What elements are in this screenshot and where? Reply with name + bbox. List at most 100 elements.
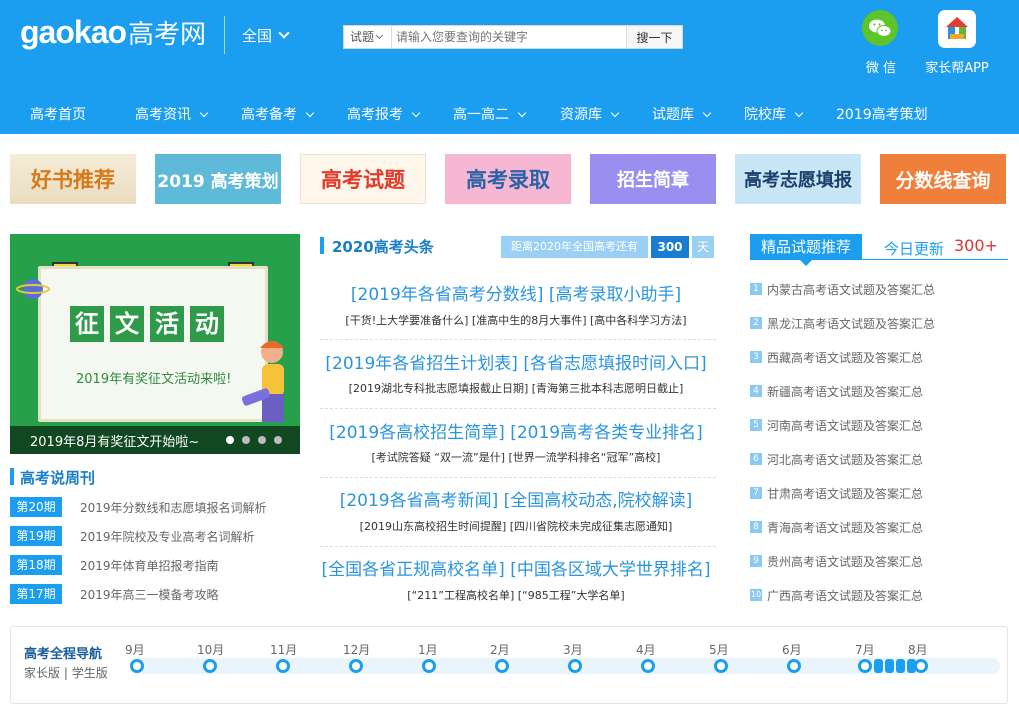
timeline-month[interactable]: 9月 <box>125 641 145 658</box>
slider-title-char: 征 <box>70 306 104 342</box>
headline-main[interactable]: [2019年各省招生计划表] [各省志愿填报时间入口] <box>316 349 716 374</box>
recommend-item[interactable]: 新疆高考语文试题及答案汇总 <box>767 383 923 400</box>
nav-apply[interactable]: 高考报考 <box>347 104 421 124</box>
headline-sub[interactable]: [2019山东高校招生时间提醒] [四川省院校未完成征集志愿通知] <box>316 518 716 534</box>
nav-plan-2019[interactable]: 2019高考策划 <box>836 104 928 124</box>
nav-colleges[interactable]: 院校库 <box>744 104 804 124</box>
issue-title[interactable]: 2019年高三一模备考攻略 <box>80 586 219 603</box>
timeline-node[interactable] <box>568 659 582 673</box>
timeline-segment[interactable] <box>896 659 905 673</box>
timeline-month[interactable]: 2月 <box>490 641 510 658</box>
headline-sub[interactable]: [考试院答疑 “双一流”是什] [世界一流学科排名“冠军”高校] <box>316 449 716 465</box>
timeline-month[interactable]: 11月 <box>270 641 297 658</box>
recommend-item[interactable]: 河北高考语文试题及答案汇总 <box>767 451 923 468</box>
timeline-month[interactable]: 12月 <box>343 641 370 658</box>
timeline-node[interactable] <box>714 659 728 673</box>
region-selector[interactable]: 全国 <box>242 25 290 46</box>
timeline-node[interactable] <box>276 659 290 673</box>
issue-title[interactable]: 2019年体育单招报考指南 <box>80 557 219 574</box>
headline-sub[interactable]: [“211”工程高校名单] [“985工程”大学名单] <box>316 587 716 603</box>
timeline-segment[interactable] <box>885 659 894 673</box>
rank-number: 4 <box>750 385 762 397</box>
wechat-label[interactable]: 微 信 <box>858 57 904 76</box>
recommend-item[interactable]: 广西高考语文试题及答案汇总 <box>767 587 923 604</box>
banner-exam-papers[interactable]: 高考试题 <box>300 154 426 204</box>
recommend-item[interactable]: 西藏高考语文试题及答案汇总 <box>767 349 923 366</box>
version-separator: | <box>63 666 68 680</box>
issue-title[interactable]: 2019年院校及专业高考名词解析 <box>80 528 255 545</box>
student-version-link[interactable]: 学生版 <box>72 666 108 680</box>
headline-sub[interactable]: [2019湖北专科批志愿填报截止日期] [青海第三批本科志愿明日截止] <box>316 380 716 396</box>
timeline-node[interactable] <box>858 659 872 673</box>
recommend-item[interactable]: 黑龙江高考语文试题及答案汇总 <box>767 315 935 332</box>
timeline-node[interactable] <box>349 659 363 673</box>
issue-badge[interactable]: 第17期 <box>10 584 62 604</box>
timeline-node[interactable] <box>203 659 217 673</box>
timeline-month[interactable]: 3月 <box>563 641 583 658</box>
headline-sub[interactable]: [干货!上大学要准备什么] [准高中生的8月大事件] [高中各科学习方法] <box>316 312 716 328</box>
banner-score-lines[interactable]: 分数线查询 <box>880 154 1006 204</box>
slider-dot[interactable] <box>274 436 282 444</box>
recommend-item[interactable]: 青海高考语文试题及答案汇总 <box>767 519 923 536</box>
timeline-title: 高考全程导航 <box>24 647 103 662</box>
slider-dot[interactable] <box>258 436 266 444</box>
issue-badge[interactable]: 第20期 <box>10 497 62 517</box>
timeline-node[interactable] <box>787 659 801 673</box>
recommend-item[interactable]: 内蒙古高考语文试题及答案汇总 <box>767 281 935 298</box>
timeline-node[interactable] <box>641 659 655 673</box>
search-button[interactable]: 搜一下 <box>626 26 682 48</box>
region-label: 全国 <box>242 27 273 45</box>
nav-label: 高考备考 <box>241 107 297 123</box>
nav-resources[interactable]: 资源库 <box>560 104 620 124</box>
nav-prep[interactable]: 高考备考 <box>241 104 315 124</box>
nav-exams[interactable]: 试题库 <box>652 104 712 124</box>
banner-brochure[interactable]: 招生简章 <box>590 154 716 204</box>
weekly-title[interactable]: 高考说周刊 <box>20 467 95 488</box>
slider-dot[interactable] <box>242 436 250 444</box>
today-update-count: 300+ <box>954 236 998 255</box>
timeline-node[interactable] <box>130 659 144 673</box>
timeline-month[interactable]: 6月 <box>782 641 802 658</box>
countdown-days: 300 <box>651 236 689 258</box>
headline-main[interactable]: [2019各高校招生简章] [2019高考各类专业排名] <box>316 418 716 443</box>
banner-good-books[interactable]: 好书推荐 <box>10 154 136 204</box>
slider-dot-active[interactable] <box>226 436 234 444</box>
timeline-segment[interactable] <box>874 659 883 673</box>
banner-admission[interactable]: 高考录取 <box>445 154 571 204</box>
timeline-month[interactable]: 7月 <box>855 641 875 658</box>
banner-volunteer[interactable]: 高考志愿填报 <box>735 154 861 204</box>
timeline-month[interactable]: 8月 <box>908 641 928 658</box>
app-label[interactable]: 家长帮APP <box>915 57 999 76</box>
nav-grade[interactable]: 高一高二 <box>453 104 527 124</box>
issue-badge[interactable]: 第19期 <box>10 526 62 546</box>
banner-label: 高考试题 <box>321 168 405 192</box>
site-logo[interactable]: gaokao高考网 <box>20 14 206 51</box>
recommend-item[interactable]: 甘肃高考语文试题及答案汇总 <box>767 485 923 502</box>
wechat-icon[interactable] <box>862 10 898 46</box>
issue-title[interactable]: 2019年分数线和志愿填报名词解析 <box>80 499 267 516</box>
promo-slider[interactable]: 征 文 活 动 2019年有奖征文活动来啦! 2019年8月有奖征文开始啦~ <box>10 234 300 454</box>
parent-version-link[interactable]: 家长版 <box>24 666 60 680</box>
timeline-month[interactable]: 5月 <box>709 641 729 658</box>
chevron-down-icon <box>305 108 315 118</box>
timeline-node[interactable] <box>495 659 509 673</box>
nav-news[interactable]: 高考资讯 <box>135 104 209 124</box>
headline-main[interactable]: [2019各省高考新闻] [全国高校动态,院校解读] <box>316 486 716 511</box>
recommend-item[interactable]: 贵州高考语文试题及答案汇总 <box>767 553 923 570</box>
issue-badge[interactable]: 第18期 <box>10 555 62 575</box>
chevron-down-icon <box>702 108 712 118</box>
banner-plan-2019[interactable]: 2019 高考策划 <box>155 154 281 204</box>
timeline-month[interactable]: 10月 <box>197 641 224 658</box>
search-category-select[interactable]: 试题 <box>344 26 392 48</box>
timeline-month[interactable]: 4月 <box>636 641 656 658</box>
timeline-node[interactable] <box>914 659 928 673</box>
timeline-month[interactable]: 1月 <box>418 641 438 658</box>
recommend-item[interactable]: 河南高考语文试题及答案汇总 <box>767 417 923 434</box>
house-app-icon[interactable] <box>938 10 976 48</box>
logo-cn: 高考网 <box>128 20 207 50</box>
headline-main[interactable]: [2019年各省高考分数线] [高考录取小助手] <box>316 280 716 305</box>
headline-main[interactable]: [全国各省正规高校名单] [中国各区域大学世界排名] <box>316 555 716 580</box>
nav-home[interactable]: 高考首页 <box>30 104 86 124</box>
timeline-node[interactable] <box>422 659 436 673</box>
search-input[interactable] <box>396 26 626 48</box>
